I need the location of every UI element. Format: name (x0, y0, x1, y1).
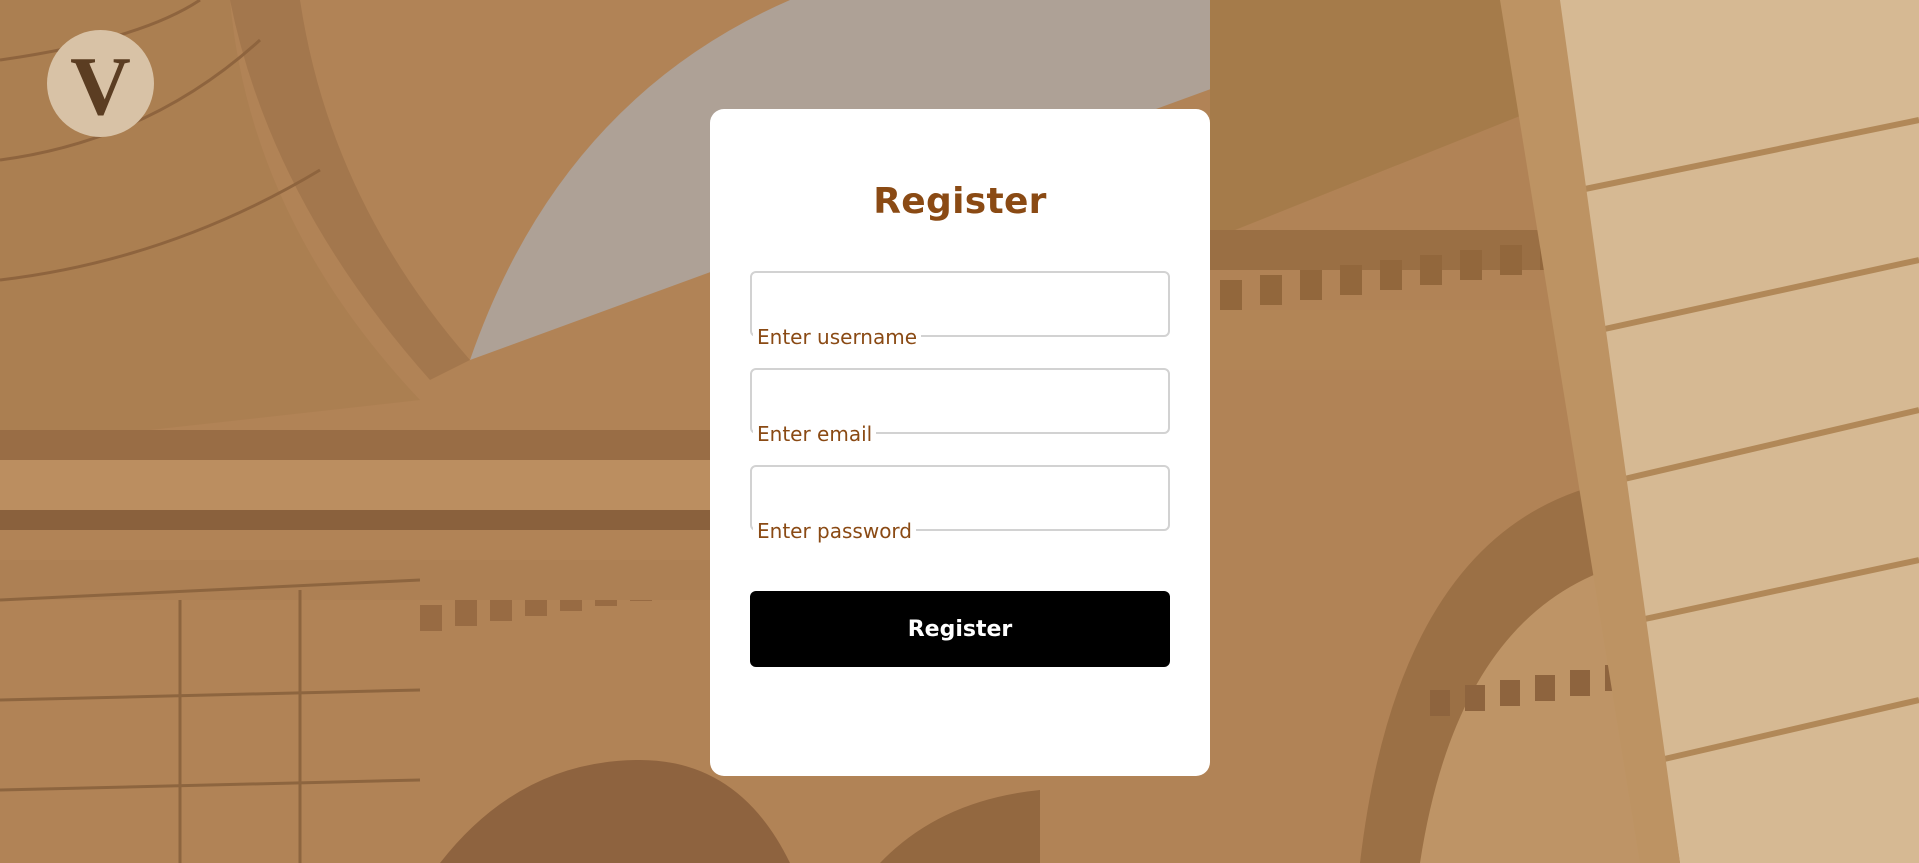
brand-logo: V (47, 30, 154, 137)
password-label: Enter password (753, 518, 916, 544)
logo-letter: V (70, 39, 131, 133)
register-button[interactable]: Register (750, 591, 1170, 667)
password-field-group: Enter password (750, 465, 1170, 544)
register-card: Register Enter username Enter email Ente… (710, 109, 1210, 776)
page-title: Register (873, 181, 1047, 222)
email-label: Enter email (753, 421, 877, 447)
username-field-group: Enter username (750, 271, 1170, 350)
email-field-group: Enter email (750, 368, 1170, 447)
username-label: Enter username (753, 324, 922, 350)
